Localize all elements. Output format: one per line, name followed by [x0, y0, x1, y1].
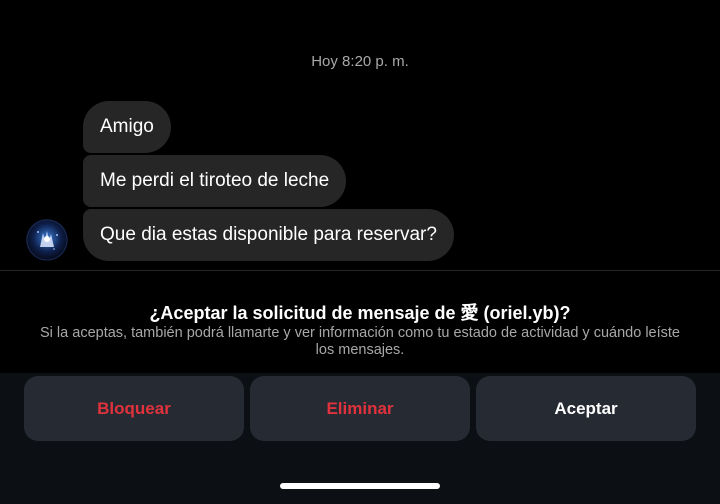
message-bubble[interactable]: Me perdi el tiroteo de leche — [83, 155, 347, 207]
message-bubble[interactable]: Que dia estas disponible para reservar? — [83, 209, 454, 261]
message-bubble[interactable]: Amigo — [83, 101, 171, 153]
action-bar: Bloquear Eliminar Aceptar — [0, 373, 720, 504]
message-request-screen: Hoy 8:20 p. m. Amigo Me perdi el tiroteo… — [0, 0, 720, 504]
chat-timestamp: Hoy 8:20 p. m. — [311, 53, 409, 70]
avatar-icon — [26, 219, 68, 261]
divider — [0, 270, 720, 271]
request-description: Si la aceptas, también podrá llamarte y … — [40, 325, 680, 358]
accept-button[interactable]: Aceptar — [476, 376, 696, 441]
delete-button[interactable]: Eliminar — [250, 376, 470, 441]
sender-avatar[interactable] — [26, 219, 68, 261]
request-title: ¿Aceptar la solicitud de mensaje de 愛 (o… — [149, 303, 571, 323]
home-indicator[interactable] — [280, 483, 440, 489]
block-button[interactable]: Bloquear — [24, 376, 244, 441]
